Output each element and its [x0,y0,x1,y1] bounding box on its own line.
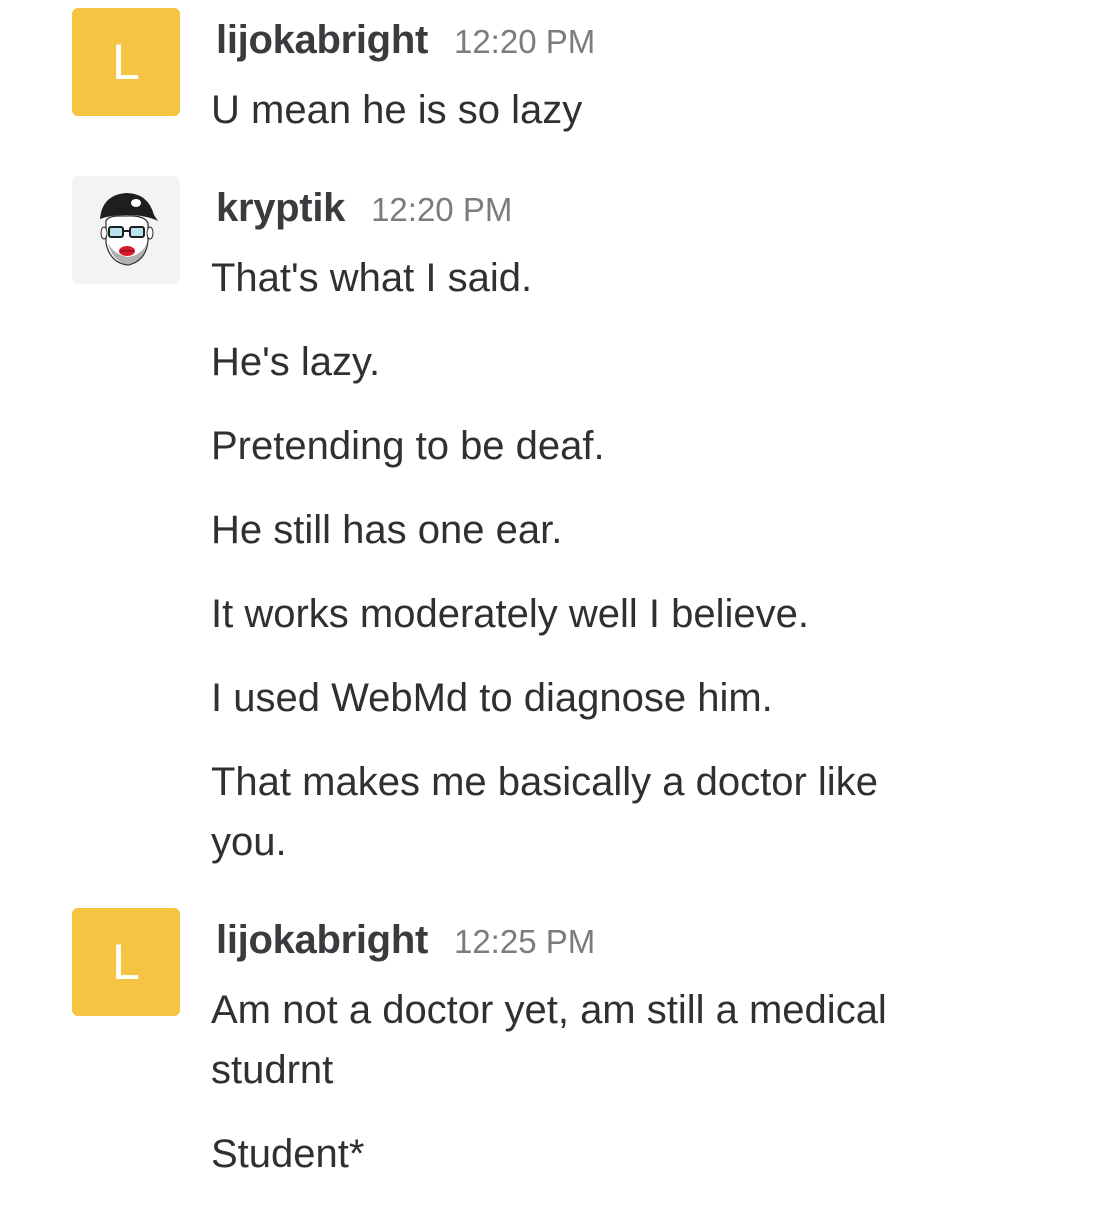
bearded-man-cap-avatar-icon [100,193,158,266]
message-header: lijokabright 12:25 PM [216,918,595,963]
message-text: Am not a doctor yet, am still a medical [211,988,887,1032]
message-header: kryptik 12:20 PM [216,186,512,231]
message-text: He still has one ear. [211,508,563,552]
user-avatar[interactable]: L [72,908,180,1016]
avatar-letter: L [112,934,140,990]
message-text: It works moderately well I believe. [211,592,810,636]
message-text: you. [211,820,287,864]
message-text: He's lazy. [211,340,381,384]
message-text: Pretending to be deaf. [211,424,605,468]
message-text: studrnt [211,1048,334,1092]
username[interactable]: lijokabright [216,18,428,63]
message-text: That's what I said. [211,256,533,300]
username[interactable]: kryptik [216,186,345,231]
username[interactable]: lijokabright [216,918,428,963]
message-header: lijokabright 12:20 PM [216,18,595,63]
message-text: That makes me basically a doctor like [211,760,878,804]
user-avatar[interactable]: L [72,8,180,116]
message-text: Student* [211,1132,365,1176]
user-avatar[interactable] [72,176,180,284]
timestamp[interactable]: 12:20 PM [454,23,595,61]
timestamp[interactable]: 12:20 PM [371,191,512,229]
message-text: U mean he is so lazy [211,88,583,132]
message-text: I used WebMd to diagnose him. [211,676,773,720]
timestamp[interactable]: 12:25 PM [454,923,595,961]
avatar-letter: L [112,34,140,90]
